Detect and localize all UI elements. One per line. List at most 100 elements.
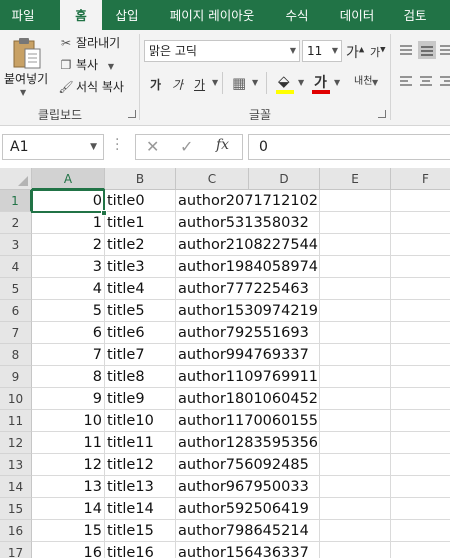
fill-color-icon[interactable]: ⬙ — [278, 72, 290, 90]
cell-c16[interactable]: author798645214 — [176, 520, 309, 542]
cell-d9[interactable] — [249, 366, 320, 388]
cell-a14[interactable]: 13 — [32, 476, 105, 498]
phonetic-button[interactable]: 내천 — [354, 72, 372, 87]
cell-c10[interactable]: author1801060452 — [176, 388, 318, 410]
cancel-icon[interactable]: ✕ — [146, 137, 159, 156]
cell-a2[interactable]: 1 — [32, 212, 105, 234]
cell-e3[interactable] — [320, 234, 391, 256]
cell-f8[interactable] — [391, 344, 450, 366]
copy-dropdown-icon[interactable]: ▼ — [108, 62, 114, 71]
cell-b3[interactable]: title2 — [105, 234, 176, 256]
cell-e13[interactable] — [320, 454, 391, 476]
cell-b2[interactable]: title1 — [105, 212, 176, 234]
cell-d2[interactable] — [249, 212, 320, 234]
cell-d17[interactable] — [249, 542, 320, 558]
font-launcher-icon[interactable] — [378, 110, 386, 118]
cell-f6[interactable] — [391, 300, 450, 322]
cell-b16[interactable]: title15 — [105, 520, 176, 542]
cell-d13[interactable] — [249, 454, 320, 476]
cell-d16[interactable] — [249, 520, 320, 542]
row-header[interactable]: 15 — [0, 498, 32, 520]
shrink-font-button[interactable]: 가▼ — [370, 44, 386, 60]
cell-a10[interactable]: 9 — [32, 388, 105, 410]
cell-a12[interactable]: 11 — [32, 432, 105, 454]
cell-f15[interactable] — [391, 498, 450, 520]
cell-c3[interactable]: author2108227544 — [176, 234, 318, 256]
cell-e16[interactable] — [320, 520, 391, 542]
cell-e8[interactable] — [320, 344, 391, 366]
fill-color-dropdown-icon[interactable]: ▼ — [298, 78, 304, 87]
cell-e14[interactable] — [320, 476, 391, 498]
row-header[interactable]: 5 — [0, 278, 32, 300]
cell-b5[interactable]: title4 — [105, 278, 176, 300]
row-header[interactable]: 16 — [0, 520, 32, 542]
cell-d7[interactable] — [249, 322, 320, 344]
cell-d4[interactable] — [249, 256, 320, 278]
border-icon[interactable]: ▦ — [232, 74, 246, 92]
cell-e12[interactable] — [320, 432, 391, 454]
select-all-button[interactable] — [0, 168, 32, 190]
row-header[interactable]: 11 — [0, 410, 32, 432]
font-size-box[interactable]: 11 ▼ — [302, 40, 342, 62]
cell-c13[interactable]: author756092485 — [176, 454, 309, 476]
paste-button-label[interactable]: 붙여넣기 — [4, 70, 48, 87]
cell-f7[interactable] — [391, 322, 450, 344]
format-painter-button[interactable]: 🖌 서식 복사 — [58, 78, 124, 96]
column-header-c[interactable]: C — [176, 168, 249, 190]
cell-d1[interactable] — [249, 190, 320, 212]
enter-icon[interactable]: ✓ — [180, 137, 193, 156]
chevron-down-icon[interactable]: ▼ — [332, 41, 338, 61]
tab-review[interactable]: 검토 — [394, 0, 436, 30]
insert-function-icon[interactable]: fx — [216, 137, 229, 153]
underline-button[interactable]: 가 — [194, 76, 205, 93]
resize-handle-icon[interactable]: · · · — [115, 133, 119, 157]
cell-b9[interactable]: title8 — [105, 366, 176, 388]
border-dropdown-icon[interactable]: ▼ — [252, 78, 258, 87]
cell-c8[interactable]: author994769337 — [176, 344, 309, 366]
row-header[interactable]: 13 — [0, 454, 32, 476]
cell-e7[interactable] — [320, 322, 391, 344]
cell-f11[interactable] — [391, 410, 450, 432]
row-header[interactable]: 8 — [0, 344, 32, 366]
cell-b15[interactable]: title14 — [105, 498, 176, 520]
chevron-down-icon[interactable]: ▼ — [90, 135, 97, 159]
bold-button[interactable]: 가 — [150, 76, 161, 93]
cell-a16[interactable]: 15 — [32, 520, 105, 542]
paste-dropdown-icon[interactable]: ▼ — [20, 88, 26, 97]
row-header[interactable]: 14 — [0, 476, 32, 498]
cell-d5[interactable] — [249, 278, 320, 300]
cell-f12[interactable] — [391, 432, 450, 454]
cell-a6[interactable]: 5 — [32, 300, 105, 322]
cell-b12[interactable]: title11 — [105, 432, 176, 454]
cell-f5[interactable] — [391, 278, 450, 300]
row-header[interactable]: 1 — [0, 190, 32, 212]
cell-d15[interactable] — [249, 498, 320, 520]
font-color-button[interactable]: 가 — [314, 72, 327, 92]
cell-c7[interactable]: author792551693 — [176, 322, 309, 344]
cell-f2[interactable] — [391, 212, 450, 234]
cell-e9[interactable] — [320, 366, 391, 388]
paste-icon[interactable] — [12, 36, 42, 70]
cell-e17[interactable] — [320, 542, 391, 558]
phonetic-dropdown-icon[interactable]: ▼ — [372, 78, 378, 87]
column-header-e[interactable]: E — [320, 168, 391, 190]
cell-c6[interactable]: author1530974219 — [176, 300, 318, 322]
cell-f10[interactable] — [391, 388, 450, 410]
column-header-d[interactable]: D — [249, 168, 320, 190]
cell-e15[interactable] — [320, 498, 391, 520]
cell-b10[interactable]: title9 — [105, 388, 176, 410]
cell-c12[interactable]: author1283595356 — [176, 432, 318, 454]
cell-f14[interactable] — [391, 476, 450, 498]
column-header-b[interactable]: B — [105, 168, 176, 190]
cell-d11[interactable] — [249, 410, 320, 432]
cut-button[interactable]: ✂ 잘라내기 — [58, 34, 120, 52]
row-header[interactable]: 6 — [0, 300, 32, 322]
tab-data[interactable]: 데이터 — [330, 0, 384, 30]
row-header[interactable]: 17 — [0, 542, 32, 558]
cell-b6[interactable]: title5 — [105, 300, 176, 322]
cell-e6[interactable] — [320, 300, 391, 322]
formula-input[interactable]: 0 — [248, 134, 450, 160]
cell-b13[interactable]: title12 — [105, 454, 176, 476]
italic-button[interactable]: 가 — [172, 76, 183, 93]
row-header[interactable]: 3 — [0, 234, 32, 256]
